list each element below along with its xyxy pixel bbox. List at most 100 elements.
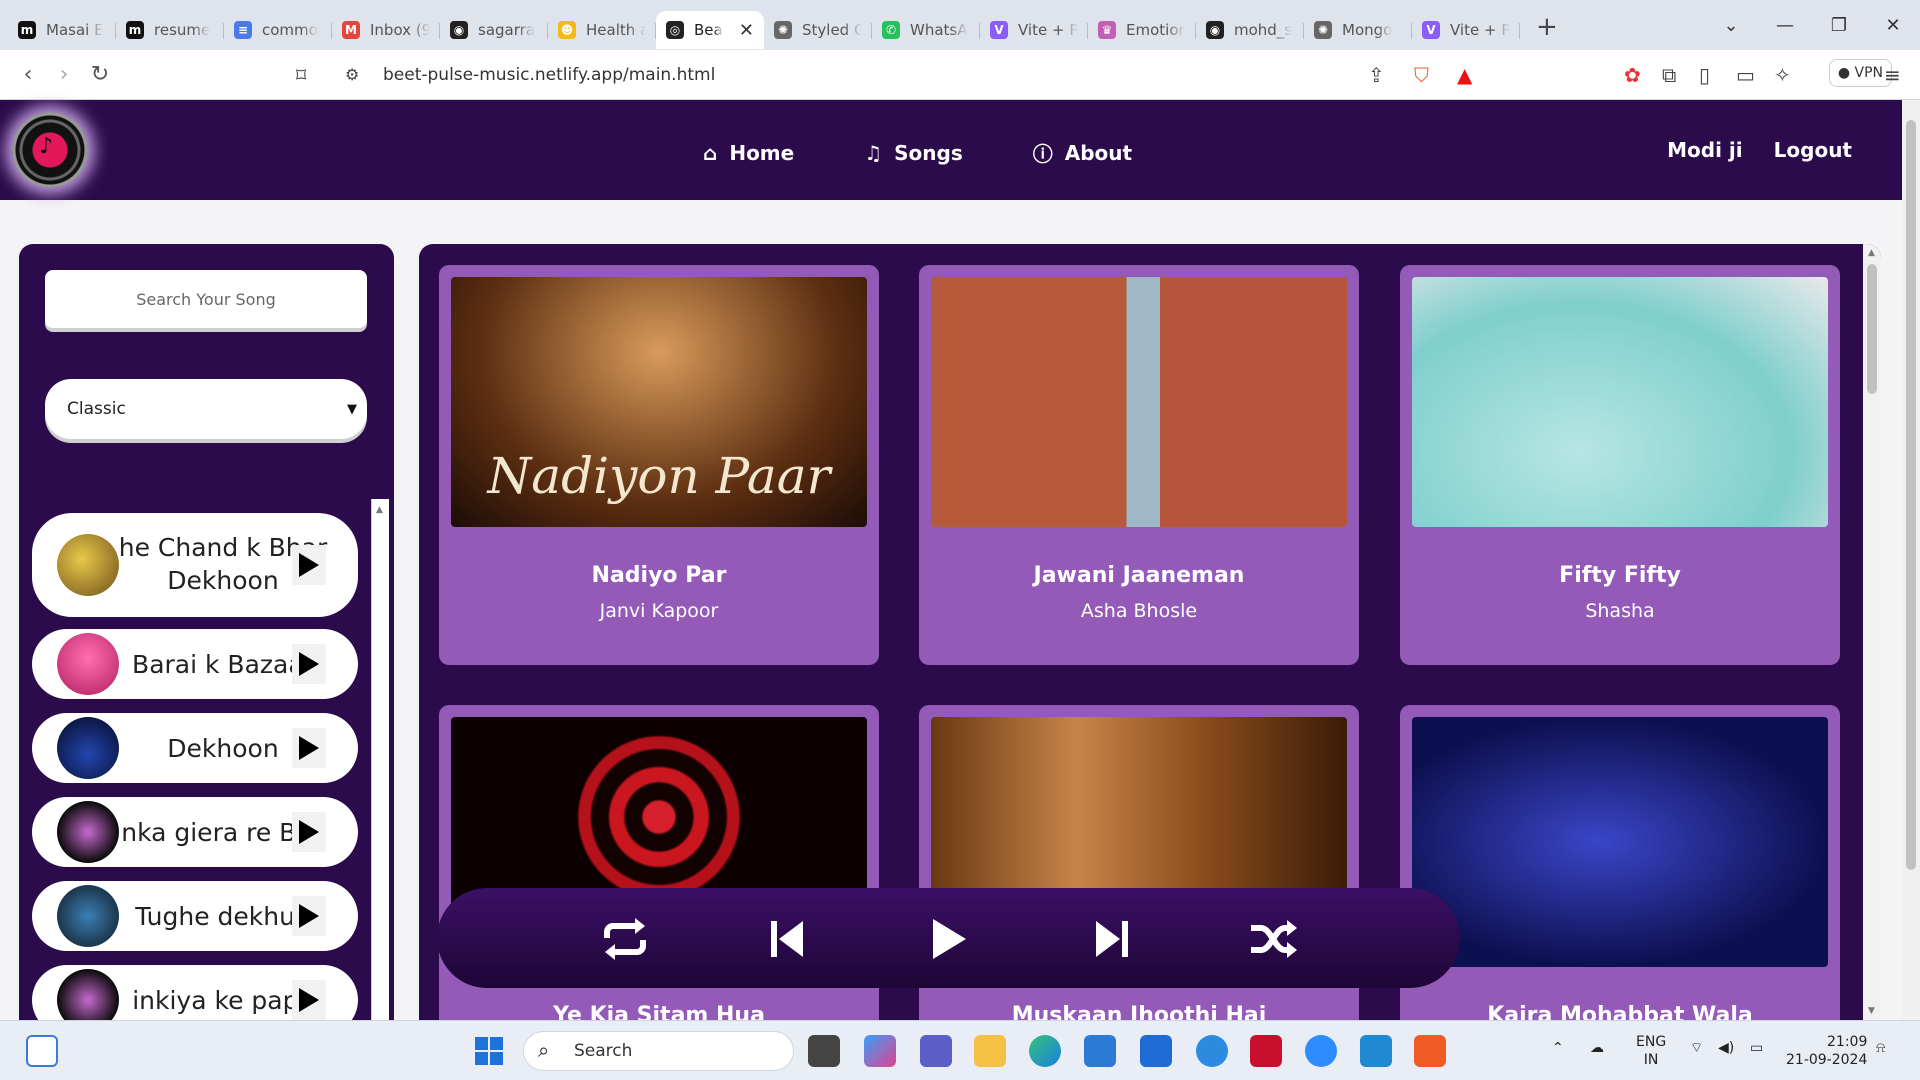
browser-tab[interactable]: m Masai E: [8, 11, 116, 49]
scroll-up-icon[interactable]: ▲: [376, 505, 383, 515]
browser-tab[interactable]: m resume: [116, 11, 224, 49]
leo-icon[interactable]: ✧: [1774, 63, 1791, 87]
vscode-icon[interactable]: [1360, 1035, 1392, 1067]
song-list-item[interactable]: Barai k Bazaar: [32, 629, 358, 699]
widgets-icon[interactable]: [26, 1035, 58, 1067]
browser-tab[interactable]: ◉ sagarra: [440, 11, 548, 49]
volume-icon[interactable]: ◀): [1718, 1039, 1734, 1057]
tray-chevron-icon[interactable]: ⌃: [1552, 1039, 1564, 1057]
help-icon[interactable]: [1196, 1035, 1228, 1067]
mcafee-icon[interactable]: [1250, 1035, 1282, 1067]
browser-tab[interactable]: V Vite + R: [1412, 11, 1520, 49]
forward-button[interactable]: ›: [46, 62, 82, 87]
skip-back-icon: [771, 921, 803, 957]
vpn-button[interactable]: ● VPN: [1828, 59, 1892, 87]
nav-songs[interactable]: ♫ Songs: [864, 138, 963, 167]
next-button[interactable]: [1087, 914, 1137, 964]
song-play-button[interactable]: [292, 644, 326, 684]
zoom-icon[interactable]: [1305, 1035, 1337, 1067]
scroll-down-icon[interactable]: ▼: [1868, 1006, 1875, 1016]
brave-rewards-icon[interactable]: ▲: [1457, 63, 1472, 87]
page-scrollbar[interactable]: [1902, 100, 1920, 1020]
song-list-item[interactable]: Tughe dekhun: [32, 881, 358, 951]
store-icon[interactable]: [1084, 1035, 1116, 1067]
clock[interactable]: 21:09 21-09-2024: [1786, 1033, 1867, 1069]
share-icon[interactable]: ⇪: [1368, 63, 1385, 87]
song-list-item[interactable]: he Chand k Bhar Dekhoon: [32, 513, 358, 617]
song-play-button[interactable]: [292, 896, 326, 936]
grid-scroll-thumb[interactable]: [1867, 264, 1877, 394]
brave-shield-icon[interactable]: ⛉: [1414, 63, 1429, 87]
url-field[interactable]: beet-pulse-music.netlify.app/main.html: [383, 65, 715, 85]
song-play-button[interactable]: [292, 980, 326, 1020]
myhp-icon[interactable]: [1140, 1035, 1172, 1067]
minimize-button[interactable]: —: [1758, 15, 1812, 36]
song-card-artwork: [1412, 277, 1828, 527]
page-scroll-thumb[interactable]: [1906, 120, 1916, 870]
close-tab-icon[interactable]: ✕: [739, 20, 754, 41]
song-card[interactable]: Jawani Jaaneman Asha Bhosle: [919, 265, 1359, 665]
site-info-icon[interactable]: ⚙: [345, 65, 359, 84]
song-card[interactable]: Nadiyon Paar Nadiyo Par Janvi Kapoor: [439, 265, 879, 665]
site-logo[interactable]: ♪: [12, 112, 88, 188]
song-play-button[interactable]: [292, 545, 326, 585]
nav-about[interactable]: ⓘ About: [1033, 138, 1132, 167]
previous-button[interactable]: [762, 914, 812, 964]
song-search-input[interactable]: Search Your Song: [45, 270, 367, 328]
extension-color-icon[interactable]: ✿: [1624, 63, 1641, 87]
browser-tab[interactable]: ♛ Emotior: [1088, 11, 1196, 49]
language-indicator[interactable]: ENG IN: [1636, 1033, 1666, 1069]
user-name[interactable]: Modi ji: [1667, 138, 1743, 162]
sidebar-icon[interactable]: ▯: [1699, 63, 1710, 87]
scroll-up-icon[interactable]: ▲: [1868, 248, 1875, 258]
browser-tab[interactable]: ≡ commo: [224, 11, 332, 49]
new-tab-button[interactable]: +: [1536, 12, 1558, 42]
extensions-icon[interactable]: ⧉: [1662, 63, 1676, 87]
browser-tab[interactable]: ✺ Mongo: [1304, 11, 1412, 49]
bookmark-icon[interactable]: ⌑: [296, 63, 306, 87]
brave-icon[interactable]: [1414, 1035, 1446, 1067]
battery-icon[interactable]: ▭: [1750, 1039, 1763, 1057]
copilot-icon[interactable]: [864, 1035, 896, 1067]
play-button[interactable]: [924, 914, 974, 964]
teams-icon[interactable]: [920, 1035, 952, 1067]
browser-tab[interactable]: M Inbox (9: [332, 11, 440, 49]
grid-scrollbar[interactable]: ▲ ▼: [1863, 244, 1881, 1020]
browser-tab[interactable]: ☻ Health a: [548, 11, 656, 49]
browser-tab[interactable]: ✆ WhatsA: [872, 11, 980, 49]
song-play-button[interactable]: [292, 728, 326, 768]
song-list-scrollbar[interactable]: ▲: [371, 499, 389, 1020]
reload-button[interactable]: ↻: [82, 62, 118, 87]
song-list-item[interactable]: Dekhoon: [32, 713, 358, 783]
browser-tab[interactable]: ◎ Bea ✕: [656, 11, 764, 49]
shuffle-button[interactable]: [1249, 914, 1299, 964]
logout-button[interactable]: Logout: [1774, 138, 1852, 162]
wallet-icon[interactable]: ▭: [1736, 63, 1755, 87]
nav-home[interactable]: ⌂ Home: [703, 138, 794, 167]
taskbar-search[interactable]: ⌕ Search: [523, 1031, 794, 1071]
wifi-icon[interactable]: ⌔: [1690, 1039, 1703, 1057]
tab-favicon-icon: m: [18, 21, 36, 39]
task-view-icon[interactable]: [808, 1035, 840, 1067]
repeat-button[interactable]: [600, 914, 650, 964]
maximize-button[interactable]: ❐: [1812, 15, 1866, 36]
tab-search-icon[interactable]: ⌄: [1704, 15, 1758, 36]
song-list-item[interactable]: nka giera re Baz: [32, 797, 358, 867]
menu-icon[interactable]: ≡: [1884, 63, 1901, 87]
song-card[interactable]: Kajra Mohabbat Wala: [1400, 705, 1840, 1020]
edge-icon[interactable]: [1029, 1035, 1061, 1067]
back-button[interactable]: ‹: [10, 62, 46, 87]
close-window-button[interactable]: ✕: [1866, 15, 1920, 36]
browser-tab[interactable]: V Vite + R: [980, 11, 1088, 49]
tab-favicon-icon: ◎: [666, 21, 684, 39]
browser-tab[interactable]: ◉ mohd_s: [1196, 11, 1304, 49]
file-explorer-icon[interactable]: [974, 1035, 1006, 1067]
song-play-button[interactable]: [292, 812, 326, 852]
song-card[interactable]: Fifty Fifty Shasha: [1400, 265, 1840, 665]
browser-tab[interactable]: ✺ Styled C: [764, 11, 872, 49]
song-list-item[interactable]: inkiya ke papa: [32, 965, 358, 1020]
genre-select[interactable]: Classic ▼: [45, 379, 367, 439]
start-button[interactable]: [473, 1035, 505, 1067]
onedrive-icon[interactable]: ☁: [1590, 1039, 1604, 1057]
notification-bell-icon[interactable]: ⍾: [1876, 1039, 1885, 1057]
